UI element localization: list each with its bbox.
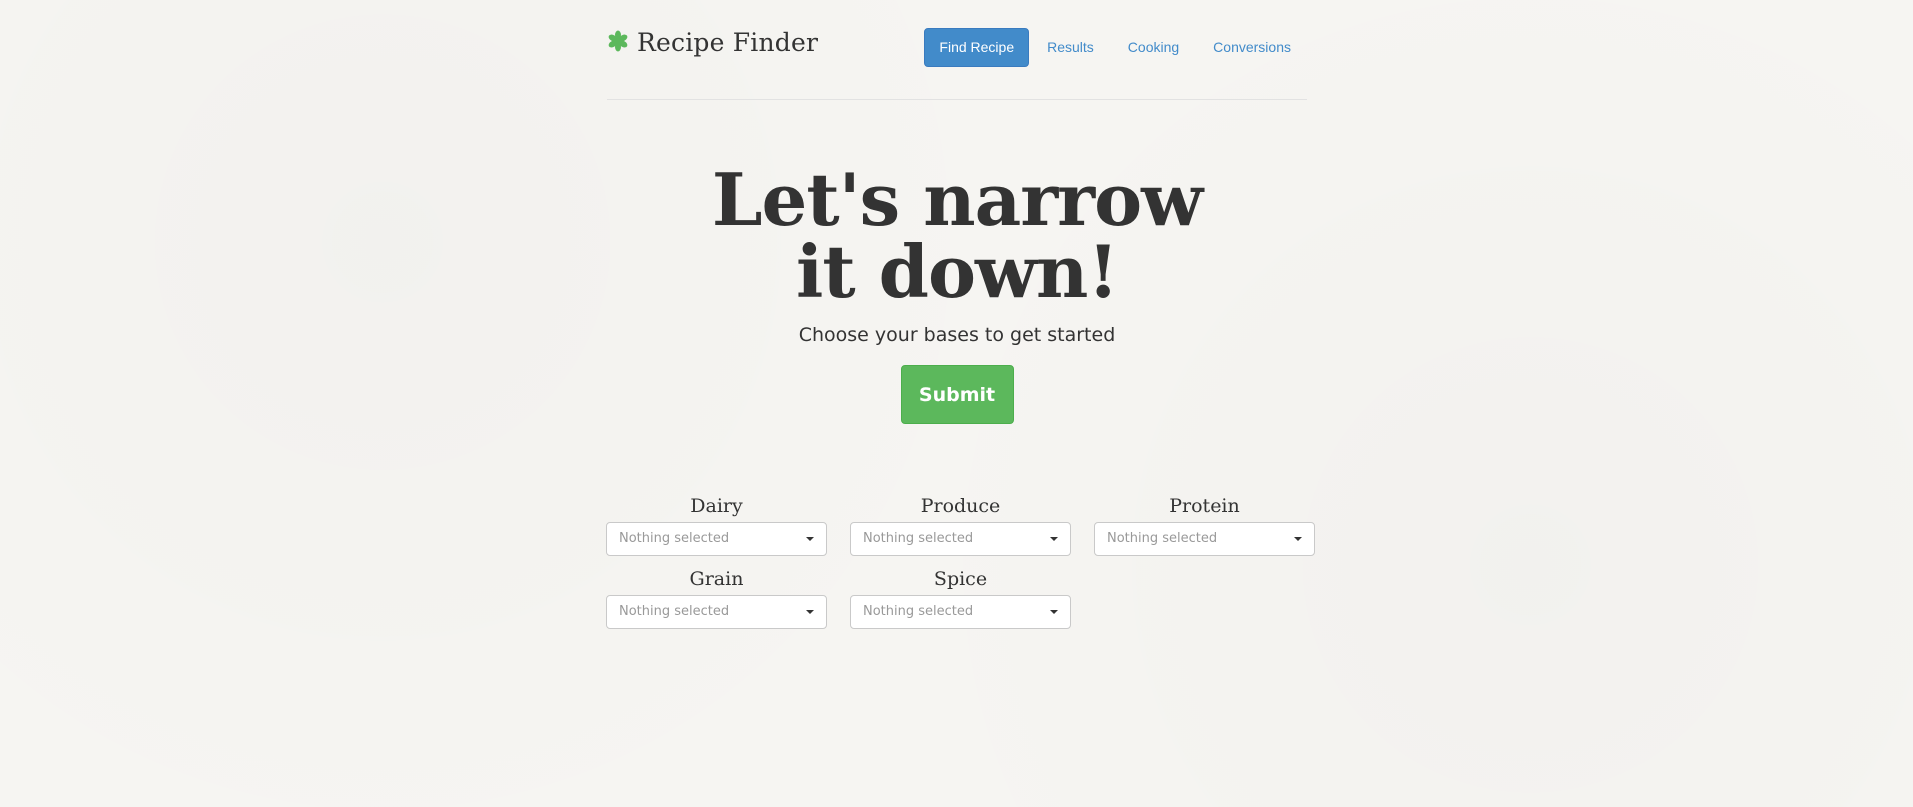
filter-label-protein: Protein	[1169, 495, 1240, 517]
produce-select-value: Nothing selected	[863, 531, 974, 546]
nav-conversions[interactable]: Conversions	[1197, 28, 1307, 67]
spice-select[interactable]: Nothing selected	[850, 595, 1071, 629]
asterisk-leaf-icon	[607, 30, 629, 52]
caret-down-icon	[1294, 537, 1302, 541]
grain-select[interactable]: Nothing selected	[606, 595, 827, 629]
main-nav: Find Recipe Results Cooking Conversions	[922, 28, 1307, 67]
caret-down-icon	[806, 537, 814, 541]
caret-down-icon	[1050, 610, 1058, 614]
filter-label-dairy: Dairy	[690, 495, 743, 517]
page-container: Recipe Finder Find Recipe Results Cookin…	[606, 0, 1315, 629]
hero-subtitle: Choose your bases to get started	[798, 324, 1116, 346]
hero-title: Let's narrow it down!	[711, 157, 1203, 314]
dairy-select-value: Nothing selected	[619, 531, 730, 546]
filter-spice: Spice Nothing selected	[850, 567, 1071, 629]
caret-down-icon	[806, 610, 814, 614]
protein-select-value: Nothing selected	[1107, 531, 1218, 546]
brand-title: Recipe Finder	[637, 28, 819, 57]
grain-select-value: Nothing selected	[619, 604, 730, 619]
brand[interactable]: Recipe Finder	[607, 28, 818, 57]
filter-label-produce: Produce	[920, 495, 1001, 517]
nav-find-recipe[interactable]: Find Recipe	[924, 28, 1030, 67]
nav-results[interactable]: Results	[1031, 28, 1110, 67]
submit-button[interactable]: Submit	[900, 365, 1014, 424]
caret-down-icon	[1050, 537, 1058, 541]
dairy-select[interactable]: Nothing selected	[606, 522, 827, 556]
filter-grain: Grain Nothing selected	[606, 567, 827, 629]
protein-select[interactable]: Nothing selected	[1094, 522, 1315, 556]
filter-label-grain: Grain	[689, 568, 744, 590]
header: Recipe Finder Find Recipe Results Cookin…	[607, 0, 1307, 100]
hero: Let's narrow it down! Choose your bases …	[607, 164, 1307, 424]
spice-select-value: Nothing selected	[863, 604, 974, 619]
produce-select[interactable]: Nothing selected	[850, 522, 1071, 556]
filter-dairy: Dairy Nothing selected	[606, 494, 827, 556]
filter-label-spice: Spice	[933, 568, 988, 590]
nav-cooking[interactable]: Cooking	[1112, 28, 1195, 67]
filter-produce: Produce Nothing selected	[850, 494, 1071, 556]
filter-protein: Protein Nothing selected	[1094, 494, 1315, 556]
